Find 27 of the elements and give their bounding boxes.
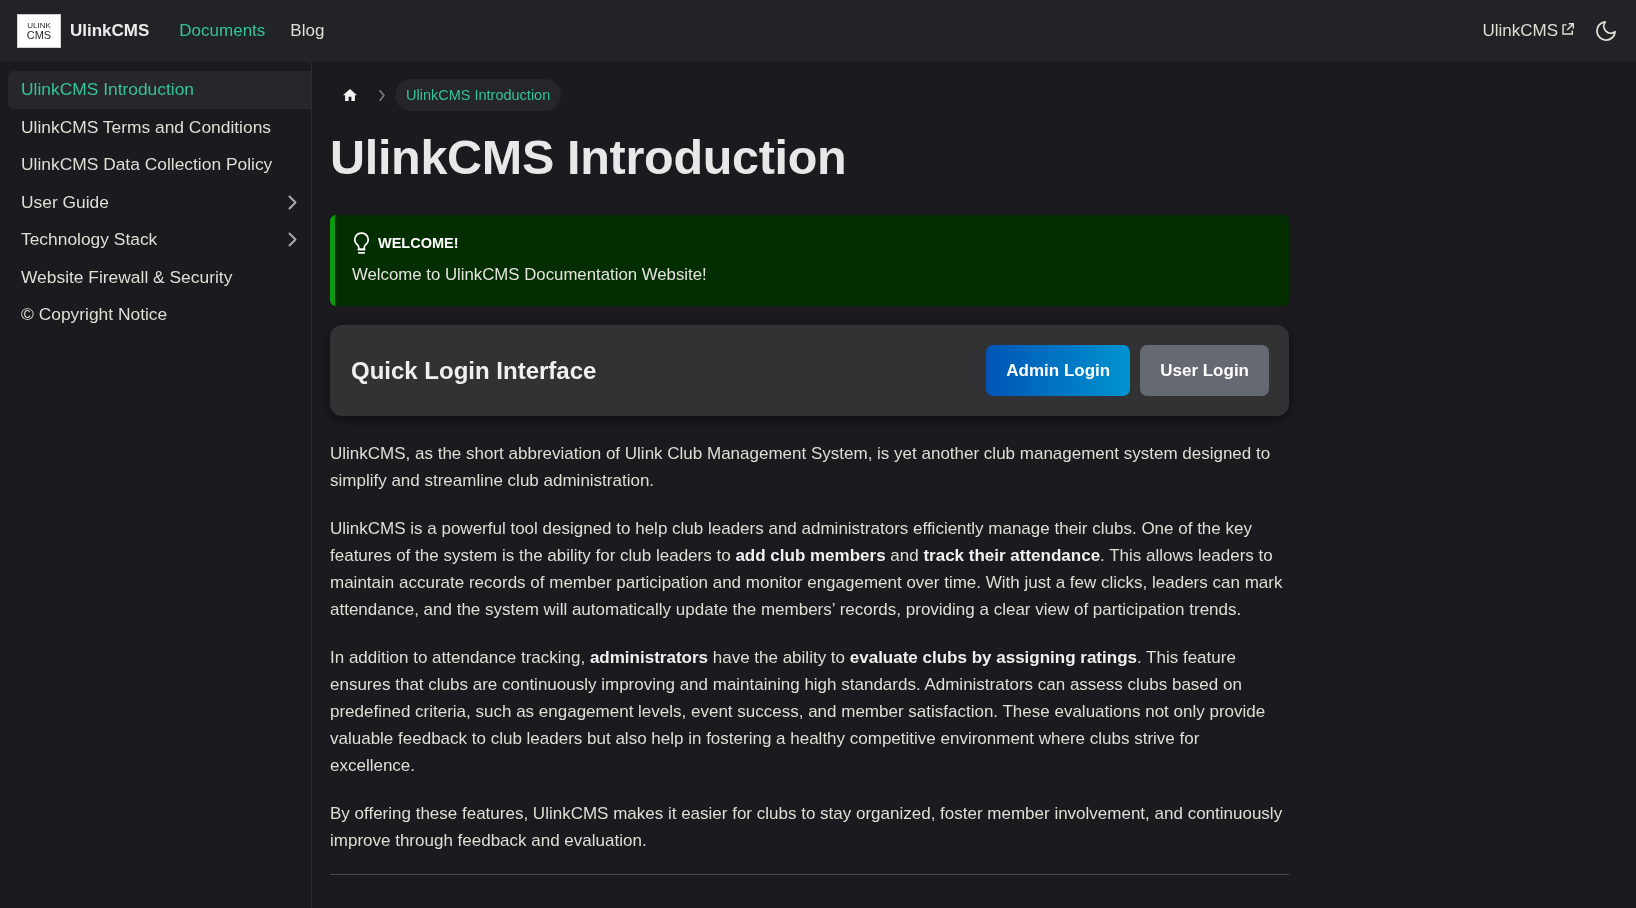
login-button[interactable]: Admin Login [986,345,1131,396]
site-name-link[interactable]: UlinkCMS [70,21,150,41]
sidebar-item[interactable]: Technology Stack [8,221,311,259]
sidebar-item[interactable]: UlinkCMS Data Collection Policy [8,146,311,184]
nav-link[interactable]: Blog [290,21,325,41]
external-link[interactable]: UlinkCMS [1482,21,1574,41]
paragraph: By offering these features, UlinkCMS makes it easier for clubs to stay organized, foster member involvement, and continuously improve through feedback and evaluation. [330,803,1284,852]
paragraph: UlinkCMS, as the short abbreviation of Ulink Club Management System, is yet another club management system designed to simplify and streamline club administration. [330,443,1272,492]
sidebar-item[interactable]: Website Firewall & Security [8,258,311,296]
moon-icon[interactable] [1596,21,1616,41]
home-icon[interactable] [343,89,357,101]
sidebar-item[interactable]: © Copyright Notice [8,296,311,334]
paragraph: In addition to attendance tracking, administrators have the ability to evaluate clubs by assigning ratings. This feature ensures that clubs are continuously improving and maintaining high standards. Administrators can assess clubs based on predefined criteria, such as engagement levels, event success, and member satisfaction. These evaluations not only provide valuable feedback to club leaders but also help in fostering a healthy competitive environment where clubs strive for excellence. [330,647,1267,777]
nav-link[interactable]: Documents [179,21,266,41]
page-title: UlinkCMS Introduction [330,129,848,186]
lightbulb-icon [354,232,369,254]
callout-text: Welcome to UlinkCMS Documentation Website! [352,264,708,286]
callout-title: WELCOME! [378,235,459,251]
sidebar-item[interactable]: UlinkCMS Introduction [8,71,311,109]
sidebar-item[interactable]: UlinkCMS Terms and Conditions [8,108,311,146]
breadcrumb-link[interactable]: UlinkCMS Introduction [395,79,562,111]
sidebar-item[interactable]: User Guide [8,183,311,221]
card-title: Quick Login Interface [351,356,597,385]
logo[interactable]: ULINK CMS [17,14,61,48]
chevron-icon [379,89,385,101]
paragraph: UlinkCMS is a powerful tool designed to help club leaders and administrators efficiently manage their clubs. One of the key features of the system is the ability for club leaders to add club members and track their attendance. This allows leaders to maintain accurate records of member participation and monitor engagement over time. With just a few clicks, leaders can mark attendance, and the system will automatically update the members’ records, providing a clear view of participation trends. [330,518,1284,621]
login-button[interactable]: User Login [1140,345,1269,396]
